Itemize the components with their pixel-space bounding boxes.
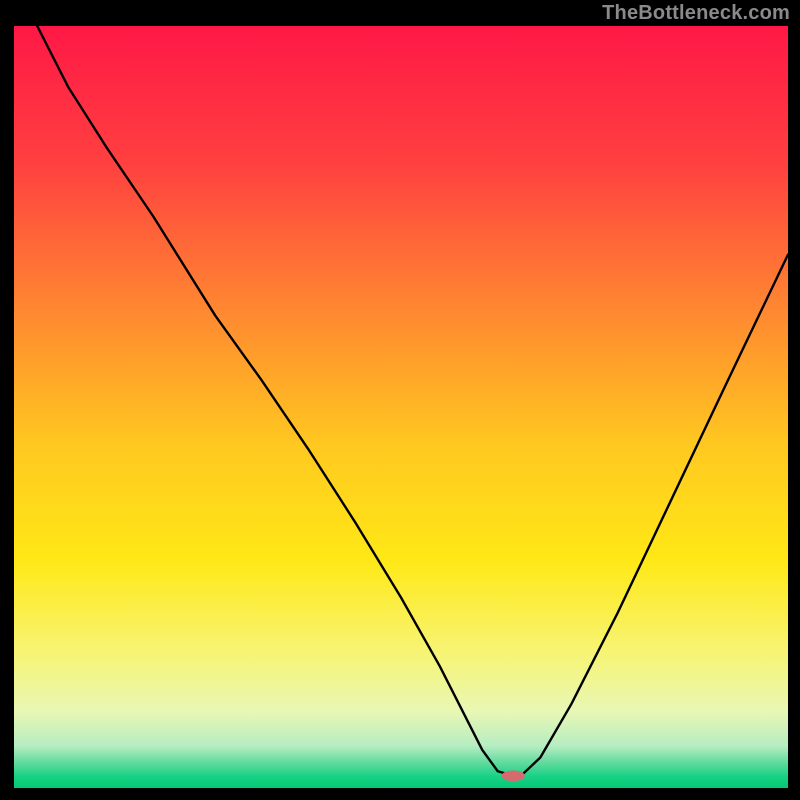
- watermark-text: TheBottleneck.com: [602, 2, 790, 25]
- chart-frame: TheBottleneck.com: [0, 0, 800, 800]
- gradient-background: [14, 26, 788, 788]
- optimal-point-marker: [502, 770, 525, 781]
- plot-area: [14, 26, 788, 788]
- chart-svg: [14, 26, 788, 788]
